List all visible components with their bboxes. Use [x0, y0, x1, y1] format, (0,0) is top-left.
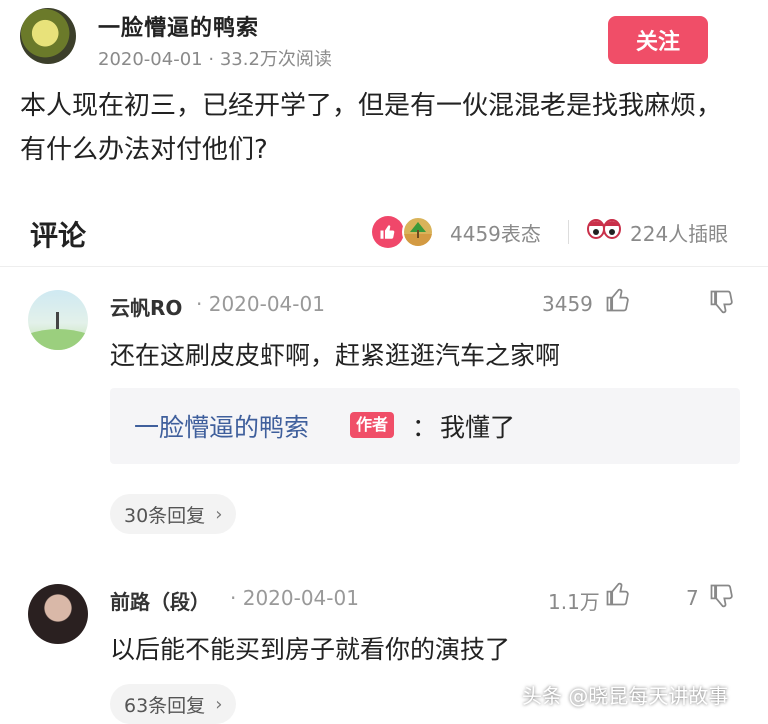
- comments-title: 评论: [30, 219, 87, 252]
- reaction-count: 4459表态: [450, 222, 541, 246]
- avatar[interactable]: [28, 584, 88, 644]
- post-date: 2020-04-01: [98, 49, 203, 70]
- like-count: 1.1万: [548, 590, 600, 614]
- header-divider: [568, 220, 569, 244]
- thumbs-down-icon[interactable]: [708, 288, 736, 320]
- comment-date: 2020-04-01: [242, 586, 359, 610]
- author-avatar[interactable]: [20, 8, 76, 64]
- comment-text: 以后能不能买到房子就看你的演技了: [110, 635, 511, 664]
- reply-text: 我懂了: [440, 413, 516, 442]
- commenter-name[interactable]: 云帆RO: [110, 292, 182, 321]
- view-replies-button[interactable]: 63条回复 ›: [110, 684, 237, 724]
- meta-separator: ·: [230, 586, 237, 610]
- author-badge: 作者: [350, 412, 395, 438]
- comment-text: 还在这刷皮皮虾啊，赶紧逛逛汽车之家啊: [110, 341, 561, 370]
- eyes-icon[interactable]: [586, 216, 622, 246]
- reply-author[interactable]: 一脸懵逼的鸭索: [134, 408, 309, 444]
- tree-reaction-icon: [402, 216, 434, 248]
- like-count: 3459: [542, 292, 593, 316]
- thumbs-up-icon[interactable]: [604, 286, 632, 318]
- avatar[interactable]: [28, 290, 88, 350]
- meta-separator: ·: [208, 49, 215, 70]
- comment-meta: · 2020-04-01: [230, 586, 359, 610]
- meta-separator: ·: [196, 292, 203, 316]
- chevron-right-icon: ›: [215, 693, 223, 715]
- question-text: 本人现在初三，已经开学了，但是有一伙混混老是找我麻烦，有什么办法对付他们?: [20, 91, 723, 165]
- chevron-right-icon: ›: [215, 503, 223, 525]
- author-reply[interactable]: 一脸懵逼的鸭索 作者 ： 我懂了: [110, 388, 740, 464]
- commenter-name[interactable]: 前路（段）: [110, 586, 210, 615]
- view-replies-button[interactable]: 30条回复 ›: [110, 494, 237, 534]
- watermark: 头条 @晓昆每天讲故事: [522, 684, 729, 708]
- reply-colon: ：: [412, 413, 438, 442]
- author-name[interactable]: 一脸懵逼的鸭索: [98, 10, 259, 42]
- read-count: 33.2万次阅读: [219, 49, 332, 70]
- like-reaction-icon: [372, 216, 404, 248]
- thumbs-up-icon[interactable]: [604, 580, 632, 612]
- post-meta: 2020-04-01 · 33.2万次阅读: [98, 45, 332, 71]
- comment-date: 2020-04-01: [208, 292, 325, 316]
- reaction-icons[interactable]: [372, 214, 440, 250]
- thumbs-down-icon[interactable]: [708, 582, 736, 614]
- comment-meta: · 2020-04-01: [196, 292, 325, 316]
- reply-count: 63条回复: [124, 694, 206, 717]
- eyes-count: 224人插眼: [630, 222, 729, 246]
- dislike-count: 7: [686, 586, 699, 610]
- section-divider: [0, 266, 768, 267]
- follow-button[interactable]: 关注: [608, 16, 708, 64]
- reply-count: 30条回复: [124, 504, 206, 527]
